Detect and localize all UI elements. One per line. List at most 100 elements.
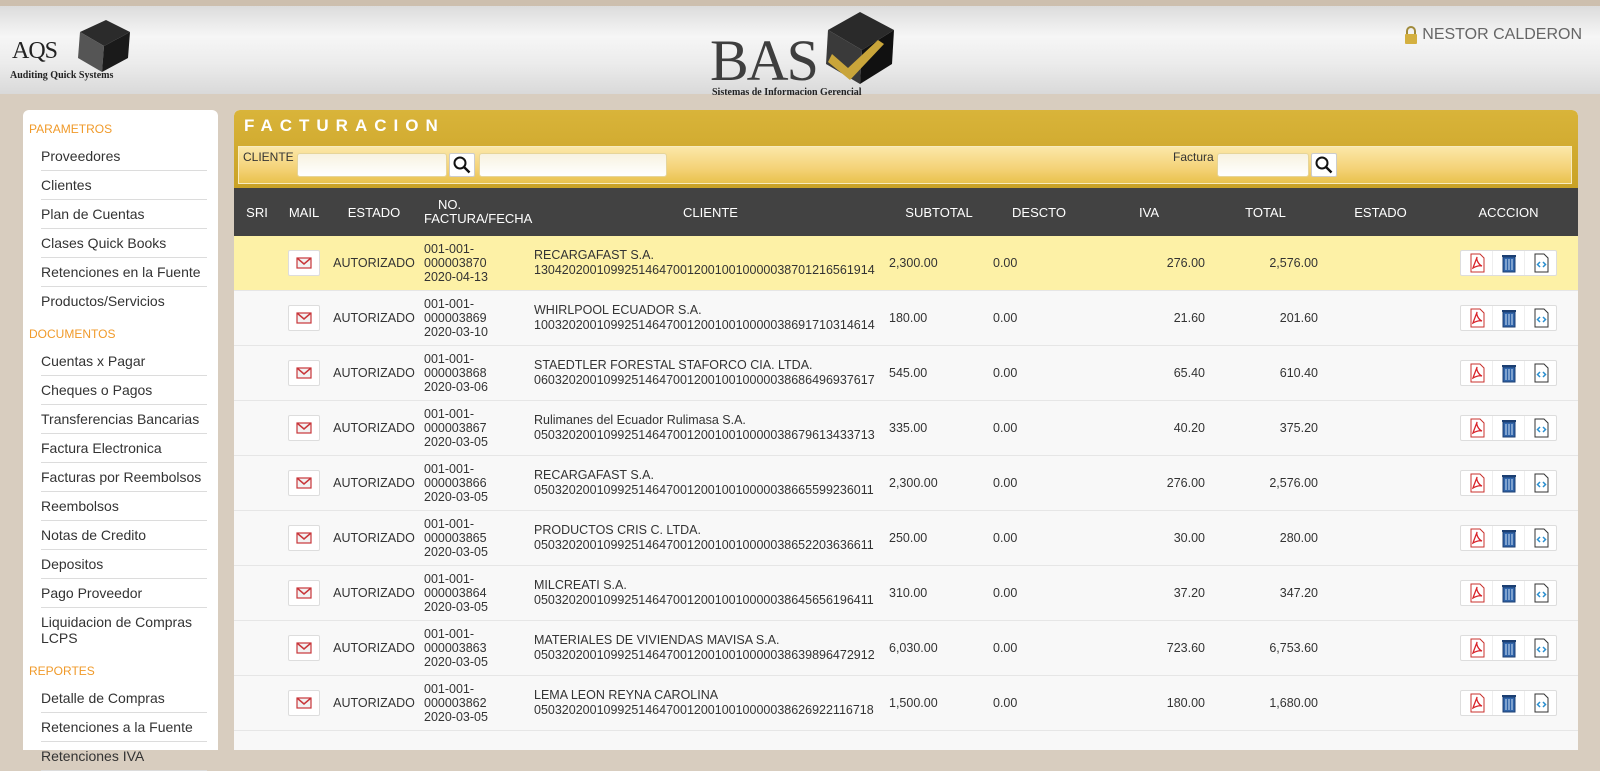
pdf-button[interactable] [1461, 416, 1493, 440]
sidebar-item-retenciones-a-la-fuente[interactable]: Retenciones a la Fuente [41, 713, 207, 742]
delete-button[interactable] [1493, 471, 1525, 495]
sidebar-item-notas-de-credito[interactable]: Notas de Credito [41, 521, 207, 550]
pdf-button[interactable] [1461, 251, 1493, 275]
pdf-button[interactable] [1461, 691, 1493, 715]
col-header-accion[interactable]: ACCCION [1439, 188, 1578, 236]
xml-button[interactable] [1525, 636, 1556, 660]
sidebar-item-clases-quick-books[interactable]: Clases Quick Books [41, 229, 207, 258]
delete-button[interactable] [1493, 416, 1525, 440]
pdf-button[interactable] [1461, 471, 1493, 495]
cliente-name-input[interactable] [479, 153, 667, 177]
col-header-estado-sri[interactable]: ESTADO [1322, 188, 1439, 236]
factura-fecha: 2020-03-05 [424, 710, 488, 724]
sidebar-item-plan-de-cuentas[interactable]: Plan de Cuentas [41, 200, 207, 229]
delete-button[interactable] [1493, 526, 1525, 550]
pdf-button[interactable] [1461, 306, 1493, 330]
delete-button[interactable] [1493, 361, 1525, 385]
table-row[interactable]: AUTORIZADO 001-001- 000003868 2020-03-06 STA… [234, 345, 1578, 401]
user-menu[interactable]: NESTOR CALDERON [1403, 26, 1582, 44]
xml-button[interactable] [1525, 251, 1556, 275]
col-header-estado[interactable]: ESTADO [328, 188, 420, 236]
xml-button[interactable] [1525, 416, 1556, 440]
send-mail-button[interactable] [288, 360, 320, 386]
cliente-code-input[interactable] [297, 153, 447, 177]
send-mail-button[interactable] [288, 250, 320, 276]
facturas-table: SRI MAIL ESTADO NO. FACTURA/FECHA CLIENTE… [234, 188, 1578, 750]
col-header-subtotal[interactable]: SUBTOTAL [889, 188, 989, 236]
col-header-total[interactable]: TOTAL [1209, 188, 1322, 236]
table-row[interactable]: AUTORIZADO 001-001- 000003870 2020-04-13 REC… [234, 236, 1578, 291]
sidebar-item-factura-electronica[interactable]: Factura Electronica [41, 434, 207, 463]
sidebar-item-cuentas-x-pagar[interactable]: Cuentas x Pagar [41, 347, 207, 376]
trash-icon [1501, 365, 1516, 383]
delete-button[interactable] [1493, 691, 1525, 715]
col-header-iva[interactable]: IVA [1089, 188, 1209, 236]
pdf-button[interactable] [1461, 361, 1493, 385]
col-header-cliente[interactable]: CLIENTE [532, 188, 889, 236]
sidebar-item-clientes[interactable]: Clientes [41, 171, 207, 200]
xml-button[interactable] [1525, 306, 1556, 330]
sidebar-item-proveedores[interactable]: Proveedores [41, 142, 207, 171]
delete-button[interactable] [1493, 306, 1525, 330]
cell-acciones [1439, 236, 1578, 291]
factura-search-button[interactable] [1311, 153, 1337, 177]
table-row[interactable]: AUTORIZADO 001-001- 000003864 2020-03-05 MIL… [234, 565, 1578, 621]
cell-total: 610.40 [1209, 345, 1322, 401]
xml-button[interactable] [1525, 581, 1556, 605]
cell-cliente: WHIRLPOOL ECUADOR S.A. 100320200109925146… [532, 290, 889, 346]
row-actions [1460, 690, 1557, 716]
send-mail-button[interactable] [288, 305, 320, 331]
table-row[interactable]: 001-001- [234, 730, 1578, 750]
table-row[interactable]: AUTORIZADO 001-001- 000003865 2020-03-05 PRO… [234, 510, 1578, 566]
sidebar-item-productos-servicios[interactable]: Productos/Servicios [41, 287, 207, 315]
delete-button[interactable] [1493, 251, 1525, 275]
xml-button[interactable] [1525, 361, 1556, 385]
delete-button[interactable] [1493, 636, 1525, 660]
pdf-button[interactable] [1461, 581, 1493, 605]
cell-acciones [1439, 730, 1578, 750]
send-mail-button[interactable] [288, 690, 320, 716]
sidebar: PARAMETROS Proveedores Clientes Plan de … [23, 110, 218, 771]
col-header-mail[interactable]: MAIL [280, 188, 328, 236]
mail-icon [296, 422, 312, 434]
factura-input[interactable] [1217, 153, 1309, 177]
send-mail-button[interactable] [288, 580, 320, 606]
col-header-sri[interactable]: SRI [234, 188, 280, 236]
cell-subtotal: 335.00 [889, 400, 989, 456]
sidebar-item-facturas-por-reembolsos[interactable]: Facturas por Reembolsos [41, 463, 207, 492]
table-row[interactable]: AUTORIZADO 001-001- 000003862 2020-03-05 LEM… [234, 675, 1578, 731]
cliente-nombre: PRODUCTOS CRIS C. LTDA. [534, 523, 701, 537]
table-row[interactable]: AUTORIZADO 001-001- 000003867 2020-03-05 Rul… [234, 400, 1578, 456]
sidebar-item-retenciones-en-la-fuente[interactable]: Retenciones en la Fuente [41, 258, 207, 287]
delete-button[interactable] [1493, 581, 1525, 605]
xml-button[interactable] [1525, 526, 1556, 550]
sidebar-item-retenciones-iva[interactable]: Retenciones IVA [41, 742, 207, 771]
send-mail-button[interactable] [288, 470, 320, 496]
col-header-descto[interactable]: DESCTO [989, 188, 1089, 236]
table-row[interactable]: AUTORIZADO 001-001- 000003869 2020-03-10 WHI… [234, 290, 1578, 346]
send-mail-button[interactable] [288, 525, 320, 551]
cell-cliente [532, 730, 889, 750]
sidebar-item-reembolsos[interactable]: Reembolsos [41, 492, 207, 521]
sidebar-item-cheques-o-pagos[interactable]: Cheques o Pagos [41, 376, 207, 405]
trash-icon [1501, 420, 1516, 438]
pdf-button[interactable] [1461, 636, 1493, 660]
xml-button[interactable] [1525, 691, 1556, 715]
sidebar-item-transferencias-bancarias[interactable]: Transferencias Bancarias [41, 405, 207, 434]
col-header-factura[interactable]: NO. FACTURA/FECHA [420, 188, 532, 236]
sidebar-item-liquidacion-de-compras[interactable]: Liquidacion de Compras LCPS [41, 608, 207, 652]
sidebar-item-pago-proveedor[interactable]: Pago Proveedor [41, 579, 207, 608]
sidebar-item-depositos[interactable]: Depositos [41, 550, 207, 579]
send-mail-button[interactable] [288, 415, 320, 441]
pdf-button[interactable] [1461, 526, 1493, 550]
sidebar-item-detalle-de-compras[interactable]: Detalle de Compras [41, 684, 207, 713]
aqs-logo: AQS Auditing Quick Systems [10, 16, 130, 86]
factura-serie: 001-001- [424, 627, 475, 641]
table-row[interactable]: AUTORIZADO 001-001- 000003863 2020-03-05 MAT… [234, 620, 1578, 676]
send-mail-button[interactable] [288, 635, 320, 661]
cliente-search-button[interactable] [449, 153, 475, 177]
cell-factura: 001-001- [420, 730, 532, 750]
bas-logo: BAS Sistemas de Informacion Gerencial [710, 10, 900, 100]
xml-button[interactable] [1525, 471, 1556, 495]
table-row[interactable]: AUTORIZADO 001-001- 000003866 2020-03-05 REC… [234, 455, 1578, 511]
